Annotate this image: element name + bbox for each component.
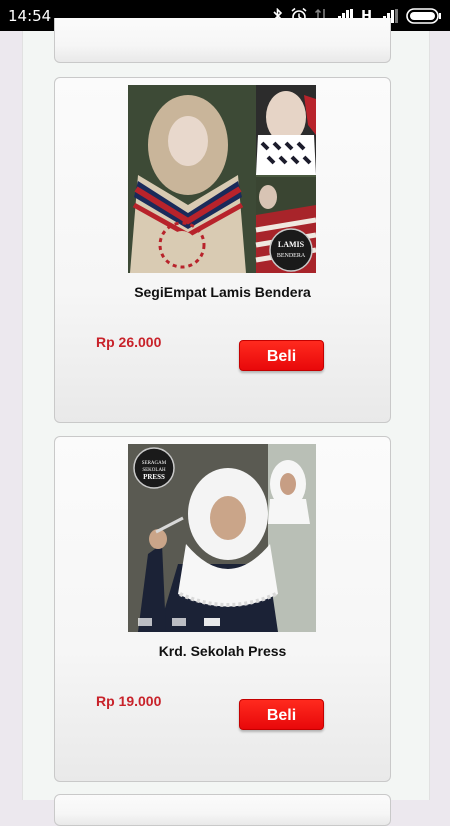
- svg-text:LAMIS: LAMIS: [278, 240, 305, 249]
- product-card[interactable]: LAMIS BENDERA SegiEmpat Lamis Bendera Rp…: [54, 77, 391, 423]
- svg-text:SERAGAM: SERAGAM: [142, 461, 167, 466]
- product-card-partial: [54, 794, 391, 826]
- svg-text:PRESS: PRESS: [143, 473, 165, 481]
- product-card[interactable]: SERAGAM SEKOLAH PRESS Krd. Sekolah Press…: [54, 436, 391, 782]
- svg-text:BENDERA: BENDERA: [277, 253, 306, 259]
- battery-icon: [406, 8, 442, 24]
- product-name[interactable]: SegiEmpat Lamis Bendera: [55, 284, 390, 300]
- product-price: Rp 26.000: [96, 334, 162, 350]
- product-image[interactable]: LAMIS BENDERA: [128, 85, 316, 273]
- buy-button[interactable]: Beli: [239, 699, 324, 730]
- product-image[interactable]: SERAGAM SEKOLAH PRESS: [128, 444, 316, 632]
- status-time: 14:54: [8, 7, 52, 25]
- product-name[interactable]: Krd. Sekolah Press: [55, 643, 390, 659]
- product-price: Rp 19.000: [96, 693, 162, 709]
- buy-button[interactable]: Beli: [239, 340, 324, 371]
- product-card-partial: [54, 18, 391, 63]
